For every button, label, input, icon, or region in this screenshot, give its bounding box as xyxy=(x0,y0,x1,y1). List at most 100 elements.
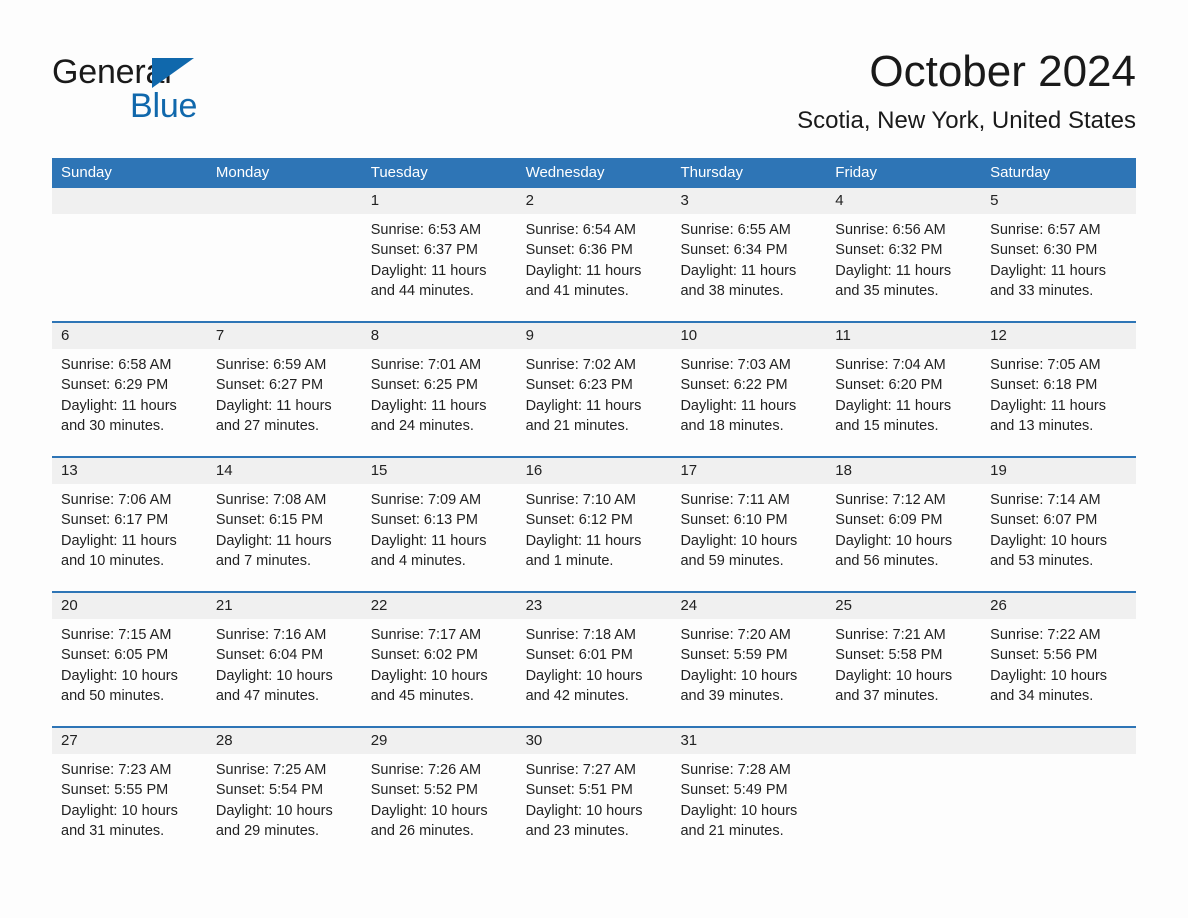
daylight-duration-text-line1: Daylight: 10 hours xyxy=(370,802,488,819)
daylight-duration-text-line1: Daylight: 11 hours xyxy=(370,397,487,414)
calendar-day-details: Sunrise: 7:04 AM Sunset: 6:20 PM Daylight:… xyxy=(826,349,981,436)
calendar-day-number xyxy=(826,728,982,754)
sunset-time-text: Sunset: 6:29 PM xyxy=(61,377,169,394)
sunset-time-text: Sunset: 6:22 PM xyxy=(680,377,788,394)
calendar-day-cell[interactable]: 26 Sunrise: 7:22 AM Sunset: 5:56 PM Dayligh… xyxy=(981,593,1137,726)
sunrise-time-text: Sunrise: 7:02 AM xyxy=(525,357,636,373)
sunset-time-text: Sunset: 5:52 PM xyxy=(370,782,478,799)
daylight-duration-text-line1: Daylight: 11 hours xyxy=(525,397,642,414)
calendar-day-number: 17 xyxy=(671,458,827,484)
calendar-day-cell[interactable]: 27 Sunrise: 7:23 AM Sunset: 5:55 PM Dayligh… xyxy=(52,728,207,861)
calendar-day-cell[interactable]: 19 Sunrise: 7:14 AM Sunset: 6:07 PM Dayligh… xyxy=(981,458,1137,591)
weekday-header-tuesday: Tuesday xyxy=(370,164,428,181)
sunrise-time-text: Sunrise: 7:15 AM xyxy=(61,627,172,643)
calendar-day-cell[interactable]: 1 Sunrise: 6:53 AM Sunset: 6:37 PM Daylight… xyxy=(361,188,517,321)
calendar-day-cell[interactable]: 3 Sunrise: 6:55 AM Sunset: 6:34 PM Daylight… xyxy=(671,188,827,321)
sunset-time-text: Sunset: 6:02 PM xyxy=(370,647,478,664)
sunset-time-text: Sunset: 6:30 PM xyxy=(990,242,1098,259)
sunset-time-text: Sunset: 6:07 PM xyxy=(990,512,1098,529)
daylight-duration-text-line2: and 21 minutes. xyxy=(680,822,784,839)
sunrise-time-text: Sunrise: 7:09 AM xyxy=(370,492,482,508)
calendar-day-cell[interactable]: 13 Sunrise: 7:06 AM Sunset: 6:17 PM Dayligh… xyxy=(52,458,207,591)
calendar-day-cell[interactable]: 12 Sunrise: 7:05 AM Sunset: 6:18 PM Dayligh… xyxy=(981,323,1137,456)
sunset-time-text: Sunset: 6:23 PM xyxy=(525,377,633,394)
calendar-day-cell[interactable]: 4 Sunrise: 6:56 AM Sunset: 6:32 PM Daylight… xyxy=(826,188,982,321)
daylight-duration-text-line1: Daylight: 11 hours xyxy=(835,397,952,414)
page-subtitle-location: Scotia, New York, United States xyxy=(797,107,1136,134)
calendar-day-cell[interactable]: 9 Sunrise: 7:02 AM Sunset: 6:23 PM Daylight… xyxy=(516,323,672,456)
calendar-day-cell[interactable]: 8 Sunrise: 7:01 AM Sunset: 6:25 PM Daylight… xyxy=(361,323,517,456)
daylight-duration-text-line1: Daylight: 11 hours xyxy=(835,262,952,279)
calendar-day-cell[interactable]: 31 Sunrise: 7:28 AM Sunset: 5:49 PM Dayligh… xyxy=(671,728,827,861)
calendar-day-cell[interactable]: 10 Sunrise: 7:03 AM Sunset: 6:22 PM Dayligh… xyxy=(671,323,827,456)
sunrise-time-text: Sunrise: 7:14 AM xyxy=(990,492,1101,508)
calendar-day-cell[interactable]: 2 Sunrise: 6:54 AM Sunset: 6:36 PM Daylight… xyxy=(516,188,672,321)
calendar-day-cell[interactable]: 14 Sunrise: 7:08 AM Sunset: 6:15 PM Dayligh… xyxy=(206,458,362,591)
calendar-day-cell[interactable]: 18 Sunrise: 7:12 AM Sunset: 6:09 PM Dayligh… xyxy=(826,458,982,591)
daylight-duration-text-line1: Daylight: 10 hours xyxy=(61,802,178,819)
calendar-day-number: 20 xyxy=(52,593,207,619)
calendar-day-details: Sunrise: 7:11 AM Sunset: 6:10 PM Daylight:… xyxy=(671,484,826,571)
calendar-day-cell[interactable]: 15 Sunrise: 7:09 AM Sunset: 6:13 PM Dayligh… xyxy=(361,458,517,591)
calendar-day-cell[interactable]: 21 Sunrise: 7:16 AM Sunset: 6:04 PM Dayligh… xyxy=(206,593,362,726)
daylight-duration-text-line2: and 53 minutes. xyxy=(990,552,1094,569)
calendar-day-cell[interactable]: 17 Sunrise: 7:11 AM Sunset: 6:10 PM Dayligh… xyxy=(671,458,827,591)
calendar-day-number: 21 xyxy=(206,593,362,619)
calendar-day-cell[interactable]: 24 Sunrise: 7:20 AM Sunset: 5:59 PM Dayligh… xyxy=(671,593,827,726)
daylight-duration-text-line2: and 13 minutes. xyxy=(990,417,1094,434)
daylight-duration-text-line2: and 31 minutes. xyxy=(61,822,165,839)
sunrise-time-text: Sunrise: 6:57 AM xyxy=(990,222,1101,238)
daylight-duration-text-line2: and 41 minutes. xyxy=(525,282,629,299)
calendar-day-cell-empty xyxy=(206,188,362,321)
daylight-duration-text-line1: Daylight: 11 hours xyxy=(680,262,797,279)
calendar-day-cell[interactable]: 23 Sunrise: 7:18 AM Sunset: 6:01 PM Dayligh… xyxy=(516,593,672,726)
calendar-day-details: Sunrise: 6:54 AM Sunset: 6:36 PM Daylight:… xyxy=(517,214,672,301)
general-blue-logo[interactable]: General Blue xyxy=(52,52,312,132)
calendar-day-details: Sunrise: 7:26 AM Sunset: 5:52 PM Daylight:… xyxy=(362,754,517,841)
calendar-week-cells: 1 Sunrise: 6:53 AM Sunset: 6:37 PM Daylight… xyxy=(52,188,1137,321)
sunset-time-text: Sunset: 6:20 PM xyxy=(835,377,943,394)
calendar-day-details: Sunrise: 7:18 AM Sunset: 6:01 PM Daylight:… xyxy=(517,619,672,706)
calendar-day-cell[interactable]: 16 Sunrise: 7:10 AM Sunset: 6:12 PM Dayligh… xyxy=(516,458,672,591)
page-title: October 2024 xyxy=(869,47,1136,96)
sunset-time-text: Sunset: 6:10 PM xyxy=(680,512,788,529)
calendar-day-cell[interactable]: 22 Sunrise: 7:17 AM Sunset: 6:02 PM Dayligh… xyxy=(361,593,517,726)
sunset-time-text: Sunset: 6:01 PM xyxy=(525,647,633,664)
calendar-day-cell[interactable]: 25 Sunrise: 7:21 AM Sunset: 5:58 PM Dayligh… xyxy=(826,593,982,726)
calendar-day-cell[interactable]: 28 Sunrise: 7:25 AM Sunset: 5:54 PM Dayligh… xyxy=(206,728,362,861)
calendar-day-cell[interactable]: 11 Sunrise: 7:04 AM Sunset: 6:20 PM Dayligh… xyxy=(826,323,982,456)
sunrise-time-text: Sunrise: 7:04 AM xyxy=(835,357,946,373)
calendar-day-number xyxy=(981,728,1137,754)
sunrise-time-text: Sunrise: 7:28 AM xyxy=(680,762,791,778)
weekday-header-thursday: Thursday xyxy=(680,164,743,181)
calendar-day-cell[interactable]: 20 Sunrise: 7:15 AM Sunset: 6:05 PM Dayligh… xyxy=(52,593,207,726)
sunset-time-text: Sunset: 6:18 PM xyxy=(990,377,1098,394)
calendar-day-number: 6 xyxy=(52,323,207,349)
calendar-day-cell[interactable]: 30 Sunrise: 7:27 AM Sunset: 5:51 PM Dayligh… xyxy=(516,728,672,861)
calendar-day-details: Sunrise: 7:21 AM Sunset: 5:58 PM Daylight:… xyxy=(826,619,981,706)
daylight-duration-text-line2: and 15 minutes. xyxy=(835,417,939,434)
calendar-day-details: Sunrise: 7:10 AM Sunset: 6:12 PM Daylight:… xyxy=(517,484,672,571)
calendar-day-cell[interactable]: 5 Sunrise: 6:57 AM Sunset: 6:30 PM Daylight… xyxy=(981,188,1137,321)
title-block: October 2024 Scotia, New York, United St… xyxy=(797,44,1136,136)
calendar-day-cell[interactable]: 7 Sunrise: 6:59 AM Sunset: 6:27 PM Daylight… xyxy=(206,323,362,456)
sunset-time-text: Sunset: 6:32 PM xyxy=(835,242,943,259)
calendar-day-details: Sunrise: 7:28 AM Sunset: 5:49 PM Daylight:… xyxy=(671,754,826,841)
daylight-duration-text-line2: and 30 minutes. xyxy=(61,417,165,434)
sunrise-time-text: Sunrise: 7:20 AM xyxy=(680,627,791,643)
daylight-duration-text-line2: and 21 minutes. xyxy=(525,417,629,434)
calendar-day-details: Sunrise: 7:06 AM Sunset: 6:17 PM Daylight:… xyxy=(52,484,207,571)
calendar-week-cells: 20 Sunrise: 7:15 AM Sunset: 6:05 PM Dayligh… xyxy=(52,593,1137,726)
calendar-day-details: Sunrise: 7:25 AM Sunset: 5:54 PM Daylight:… xyxy=(207,754,362,841)
calendar-day-details: Sunrise: 7:01 AM Sunset: 6:25 PM Daylight:… xyxy=(362,349,517,436)
sunrise-time-text: Sunrise: 7:26 AM xyxy=(370,762,482,778)
weekday-header-sunday: Sunday xyxy=(61,164,112,181)
calendar-day-cell[interactable]: 29 Sunrise: 7:26 AM Sunset: 5:52 PM Dayligh… xyxy=(361,728,517,861)
daylight-duration-text-line2: and 7 minutes. xyxy=(215,552,311,569)
calendar-day-details: Sunrise: 7:12 AM Sunset: 6:09 PM Daylight:… xyxy=(826,484,981,571)
calendar-day-details: Sunrise: 6:55 AM Sunset: 6:34 PM Daylight:… xyxy=(671,214,826,301)
calendar-day-number: 23 xyxy=(516,593,672,619)
sunrise-time-text: Sunrise: 6:58 AM xyxy=(61,357,172,373)
calendar-day-cell[interactable]: 6 Sunrise: 6:58 AM Sunset: 6:29 PM Daylight… xyxy=(52,323,207,456)
daylight-duration-text-line1: Daylight: 10 hours xyxy=(990,667,1108,684)
